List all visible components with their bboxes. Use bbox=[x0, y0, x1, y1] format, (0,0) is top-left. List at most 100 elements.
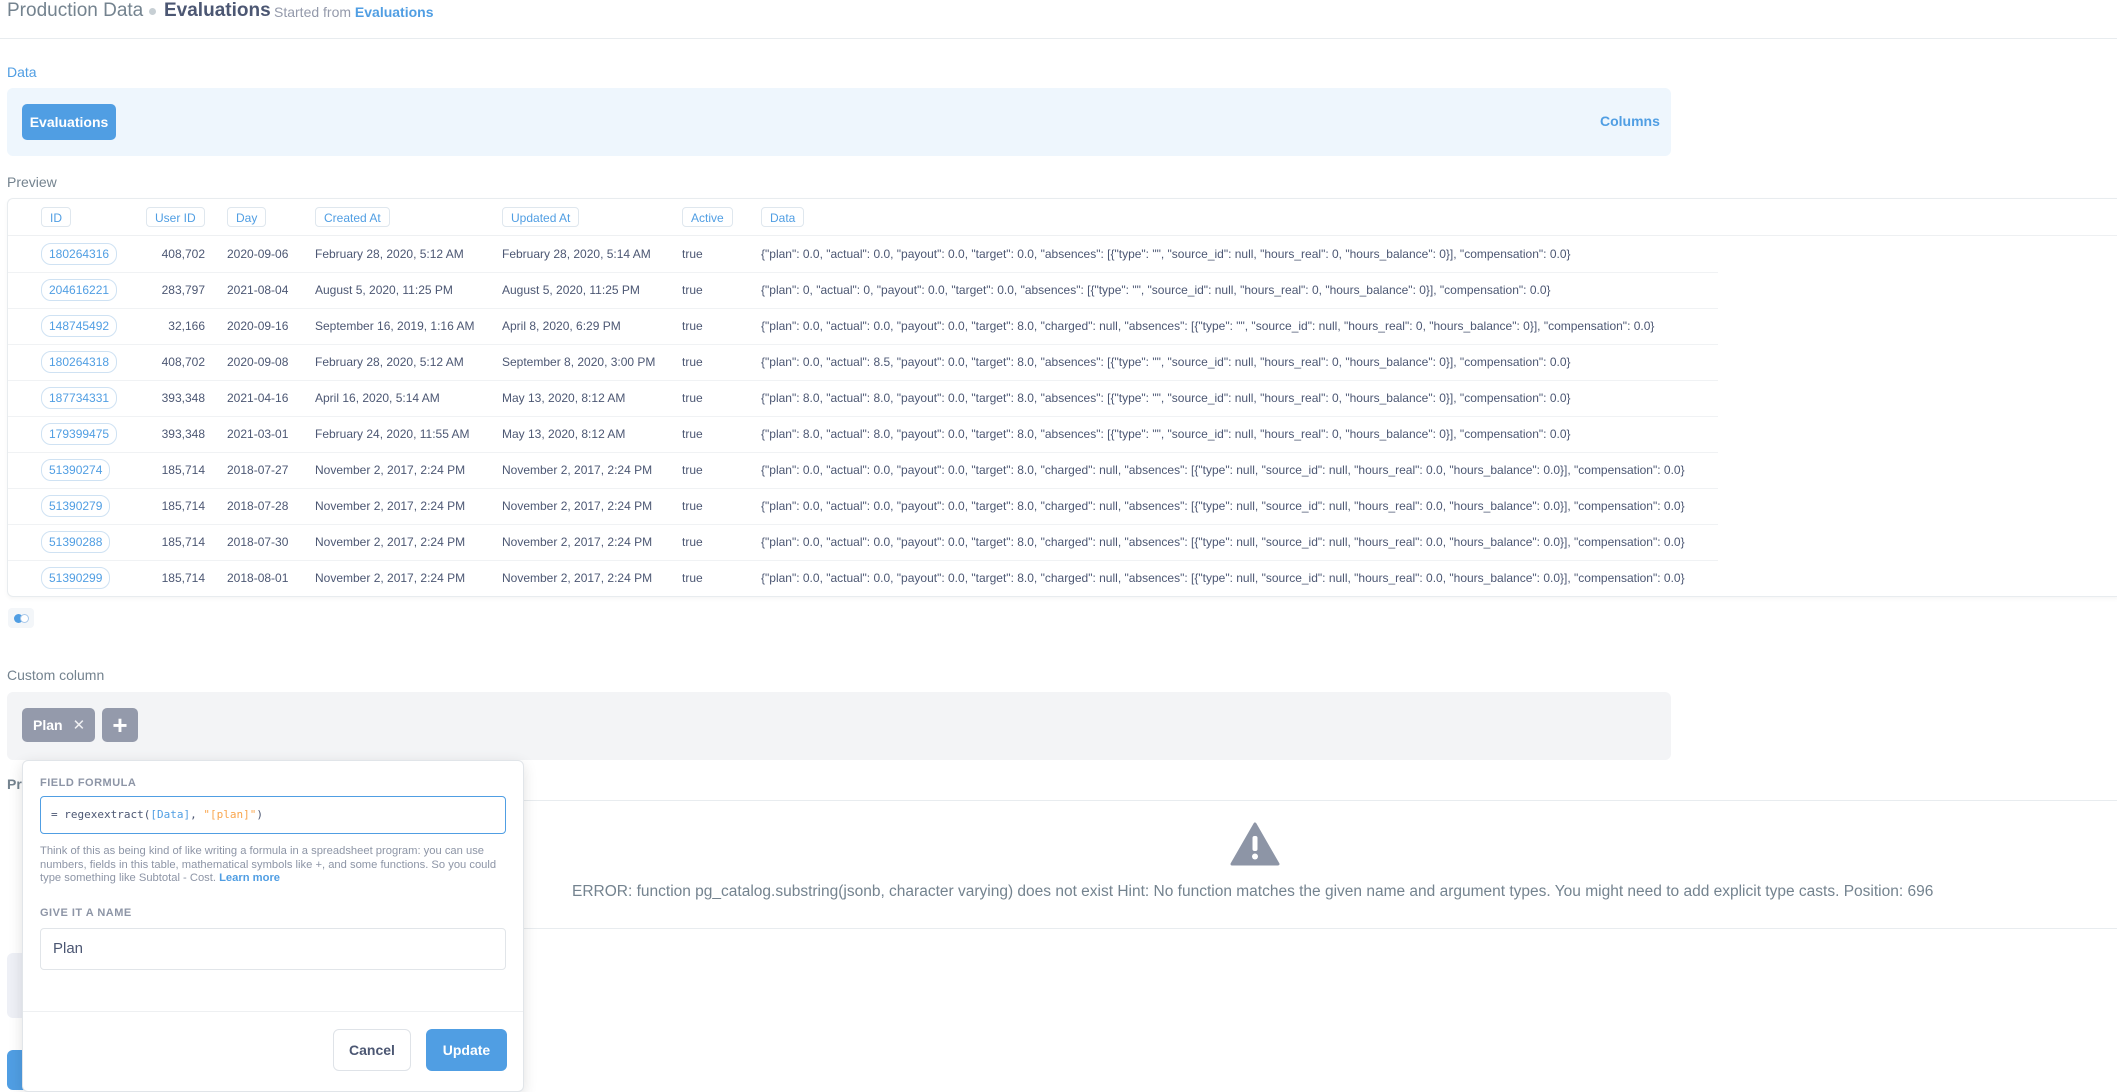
cell-created-at: February 28, 2020, 5:12 AM bbox=[315, 355, 464, 369]
record-id-link[interactable]: 51390288 bbox=[41, 531, 111, 553]
record-id-link[interactable]: 51390299 bbox=[41, 567, 111, 589]
cell-data: {"plan": 8.0, "actual": 8.0, "payout": 0… bbox=[761, 427, 1571, 441]
cell-id[interactable]: 204616221 bbox=[41, 272, 118, 308]
cell-active: true bbox=[682, 319, 703, 333]
cell-user-id: 408,702 bbox=[161, 247, 205, 261]
cell-active: true bbox=[682, 283, 703, 297]
close-icon[interactable]: ✕ bbox=[73, 716, 86, 734]
error-panel bbox=[510, 800, 2117, 929]
column-name-input[interactable]: Plan bbox=[40, 928, 506, 970]
cell-day: 2018-07-30 bbox=[227, 535, 289, 549]
cell-data: {"plan": 0.0, "actual": 0.0, "payout": 0… bbox=[761, 463, 1685, 477]
cell-id[interactable]: 51390299 bbox=[41, 560, 111, 596]
custom-column-box bbox=[7, 692, 1671, 760]
cell-data: {"plan": 0.0, "actual": 0.0, "payout": 0… bbox=[761, 319, 1655, 333]
cell-updated-at: September 8, 2020, 3:00 PM bbox=[502, 355, 656, 369]
table-row: 51390299 185,714 2018-08-01 November 2, 201… bbox=[8, 560, 1718, 596]
started-from-link[interactable]: Evaluations bbox=[355, 4, 434, 20]
name-label: GIVE IT A NAME bbox=[40, 907, 132, 919]
data-step-label: Data bbox=[7, 64, 37, 80]
table-toggle[interactable] bbox=[8, 608, 34, 628]
cell-id[interactable]: 180264316 bbox=[41, 236, 118, 272]
cell-updated-at: November 2, 2017, 2:24 PM bbox=[502, 499, 653, 513]
record-id-link[interactable]: 179399475 bbox=[41, 423, 118, 445]
page-title[interactable]: Evaluations bbox=[164, 0, 271, 22]
formula-string: "[plan]" bbox=[203, 808, 257, 821]
cell-user-id: 32,166 bbox=[168, 319, 205, 333]
cell-updated-at: November 2, 2017, 2:24 PM bbox=[502, 535, 653, 549]
source-table-button[interactable]: Evaluations bbox=[22, 104, 116, 140]
custom-column-popover: FIELD FORMULA = regexextract([Data], "[p… bbox=[22, 760, 524, 1092]
learn-more-link[interactable]: Learn more bbox=[219, 872, 280, 884]
cell-day: 2020-09-08 bbox=[227, 355, 289, 369]
formula-help: Think of this as being kind of like writ… bbox=[40, 845, 510, 886]
cell-data: {"plan": 0.0, "actual": 0.0, "payout": 0… bbox=[761, 535, 1685, 549]
cell-day: 2021-08-04 bbox=[227, 283, 289, 297]
started-from-prefix: Started from bbox=[274, 4, 352, 20]
cell-day: 2020-09-16 bbox=[227, 319, 289, 333]
formula-suffix: ) bbox=[256, 808, 263, 821]
column-header-user-id[interactable]: User ID bbox=[146, 207, 205, 227]
record-id-link[interactable]: 51390279 bbox=[41, 495, 111, 517]
table-row: 148745492 32,166 2020-09-16 September 16, 2… bbox=[8, 308, 1718, 345]
breadcrumb-database[interactable]: Production Data bbox=[7, 0, 143, 22]
cell-data: {"plan": 0.0, "actual": 0.0, "payout": 0… bbox=[761, 499, 1685, 513]
cell-active: true bbox=[682, 355, 703, 369]
record-id-link[interactable]: 180264318 bbox=[41, 351, 118, 373]
cell-created-at: February 24, 2020, 11:55 AM bbox=[315, 427, 470, 441]
cell-id[interactable]: 179399475 bbox=[41, 416, 118, 452]
cell-user-id: 185,714 bbox=[161, 463, 205, 477]
formula-field: [Data] bbox=[150, 808, 191, 821]
cell-id[interactable]: 51390274 bbox=[41, 452, 111, 488]
breadcrumb-separator-dot bbox=[149, 8, 156, 15]
column-header-active[interactable]: Active bbox=[682, 207, 733, 227]
cell-created-at: September 16, 2019, 1:16 AM bbox=[315, 319, 475, 333]
record-id-link[interactable]: 51390274 bbox=[41, 459, 111, 481]
cell-active: true bbox=[682, 427, 703, 441]
cell-id[interactable]: 51390288 bbox=[41, 524, 111, 560]
column-header-day[interactable]: Day bbox=[227, 207, 267, 227]
record-id-link[interactable]: 180264316 bbox=[41, 243, 118, 265]
formula-input[interactable]: = regexextract([Data], "[plan]") bbox=[40, 796, 506, 834]
cell-updated-at: April 8, 2020, 6:29 PM bbox=[502, 319, 621, 333]
cell-user-id: 185,714 bbox=[161, 571, 205, 585]
started-from: Started from Evaluations bbox=[274, 4, 434, 20]
formula-separator: , bbox=[190, 808, 204, 821]
cell-user-id: 185,714 bbox=[161, 535, 205, 549]
data-step-box bbox=[7, 88, 1671, 156]
cell-active: true bbox=[682, 499, 703, 513]
cell-day: 2018-07-28 bbox=[227, 499, 289, 513]
add-custom-column-button[interactable]: + bbox=[102, 708, 138, 742]
cell-day: 2018-08-01 bbox=[227, 571, 289, 585]
cell-created-at: August 5, 2020, 11:25 PM bbox=[315, 283, 453, 297]
cell-active: true bbox=[682, 571, 703, 585]
column-header-data[interactable]: Data bbox=[761, 207, 805, 227]
preview-label: Preview bbox=[7, 174, 57, 190]
cell-updated-at: May 13, 2020, 8:12 AM bbox=[502, 391, 626, 405]
cancel-button[interactable]: Cancel bbox=[333, 1029, 411, 1071]
update-button[interactable]: Update bbox=[426, 1029, 507, 1071]
warning-icon bbox=[1230, 822, 1280, 866]
column-header-id[interactable]: ID bbox=[41, 207, 71, 227]
columns-link[interactable]: Columns bbox=[1600, 113, 1660, 129]
column-header-created-at[interactable]: Created At bbox=[315, 207, 390, 227]
result-preview-label: Pr bbox=[7, 776, 22, 792]
cell-data: {"plan": 0.0, "actual": 0.0, "payout": 0… bbox=[761, 247, 1571, 261]
cell-updated-at: November 2, 2017, 2:24 PM bbox=[502, 463, 653, 477]
popover-divider bbox=[23, 1011, 523, 1012]
cell-id[interactable]: 51390279 bbox=[41, 488, 111, 524]
toggle-ring-icon bbox=[20, 614, 29, 623]
record-id-link[interactable]: 187734331 bbox=[41, 387, 118, 409]
cell-id[interactable]: 180264318 bbox=[41, 344, 118, 380]
cell-user-id: 393,348 bbox=[161, 391, 205, 405]
cell-id[interactable]: 148745492 bbox=[41, 308, 118, 344]
table-row: 204616221 283,797 2021-08-04 August 5, 2020… bbox=[8, 272, 1718, 309]
custom-column-pill[interactable]: Plan ✕ bbox=[22, 708, 95, 742]
record-id-link[interactable]: 148745492 bbox=[41, 315, 118, 337]
table-row: 51390288 185,714 2018-07-30 November 2, 201… bbox=[8, 524, 1718, 561]
cell-day: 2021-03-01 bbox=[227, 427, 289, 441]
record-id-link[interactable]: 204616221 bbox=[41, 279, 118, 301]
column-header-updated-at[interactable]: Updated At bbox=[502, 207, 580, 227]
cell-user-id: 393,348 bbox=[161, 427, 205, 441]
cell-id[interactable]: 187734331 bbox=[41, 380, 118, 416]
